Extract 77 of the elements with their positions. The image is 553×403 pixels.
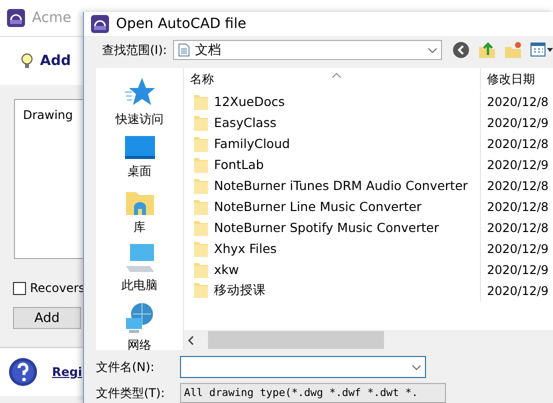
checkbox-label: Recovers <box>30 281 85 295</box>
add-button[interactable]: Add <box>13 307 81 329</box>
back-icon[interactable] <box>452 41 470 60</box>
folder-icon <box>194 156 208 172</box>
computer-icon <box>124 244 156 274</box>
file-row[interactable]: 12XueDocs 2020/12/8 <box>184 91 553 112</box>
folder-icon <box>194 220 208 236</box>
file-date: 2020/12/8 <box>487 200 549 214</box>
up-folder-icon[interactable] <box>478 41 496 60</box>
scrollbar-thumb[interactable] <box>208 331 384 349</box>
file-name-label: 文件名(N): <box>96 358 156 376</box>
folder-icon <box>194 262 208 278</box>
file-name: 12XueDocs <box>214 94 285 110</box>
file-name: NoteBurner iTunes DRM Audio Converter <box>214 178 468 194</box>
file-name-field[interactable] <box>180 356 426 378</box>
file-name: NoteBurner Spotify Music Converter <box>214 220 439 236</box>
file-date: 2020/12/9 <box>487 158 549 172</box>
file-row[interactable]: EasyClass 2020/12/9 <box>184 112 553 133</box>
sort-caret-icon <box>332 72 341 78</box>
lightbulb-icon <box>20 53 34 69</box>
file-date: 2020/12/9 <box>487 284 549 298</box>
folder-icon <box>194 94 208 110</box>
look-in-dropdown[interactable]: 文档 <box>172 40 442 60</box>
dialog-title: Open AutoCAD file <box>116 16 246 32</box>
file-name: Xhyx Files <box>214 240 277 256</box>
desktop-icon <box>124 136 154 160</box>
file-row[interactable]: FontLab 2020/12/9 <box>184 154 553 175</box>
file-name: FamilyCloud <box>214 136 290 152</box>
view-menu-icon[interactable] <box>530 42 553 58</box>
star-icon <box>124 76 156 108</box>
folder-icon <box>194 114 208 130</box>
heading: Add <box>40 53 71 69</box>
file-type-dropdown[interactable]: All drawing type(*.dwg *.dwf *.dwt *. <box>180 383 446 403</box>
column-header[interactable]: 名称 <box>190 70 214 88</box>
folder-icon <box>194 240 208 256</box>
file-row[interactable]: 移动授课 2020/12/9 <box>184 280 553 301</box>
file-name: FontLab <box>214 156 264 172</box>
scroll-left-icon[interactable] <box>188 336 194 344</box>
file-row[interactable]: FamilyCloud 2020/12/8 <box>184 133 553 154</box>
places-item[interactable]: 快速访问 <box>116 76 164 128</box>
places-item[interactable]: 此电脑 <box>122 244 158 294</box>
file-row[interactable]: NoteBurner Spotify Music Converter 2020/12/8 <box>184 217 553 238</box>
file-date: 2020/12/8 <box>487 136 549 150</box>
register-link[interactable]: Regi <box>52 365 82 379</box>
file-row[interactable]: xkw 2020/12/9 <box>184 259 553 280</box>
look-in-label: 查找范围(I): <box>102 42 167 59</box>
folder-icon <box>194 198 208 214</box>
chevron-down-icon[interactable] <box>428 48 437 53</box>
file-row[interactable]: Xhyx Files 2020/12/9 <box>184 238 553 259</box>
file-date: 2020/12/8 <box>487 94 549 108</box>
document-icon <box>178 43 190 58</box>
file-name: 移动授课 <box>214 282 266 299</box>
places-item[interactable]: 桌面 <box>124 136 154 180</box>
file-type-label: 文件类型(T): <box>96 384 166 402</box>
file-date: 2020/12/9 <box>487 262 549 276</box>
places-item[interactable]: 库 <box>124 188 154 236</box>
file-row[interactable]: NoteBurner Line Music Converter 2020/12/8 <box>184 196 553 217</box>
network-icon <box>124 302 156 334</box>
file-row[interactable]: NoteBurner iTunes DRM Audio Converter 2020/12/8 <box>184 175 553 196</box>
new-folder-icon[interactable] <box>504 41 522 60</box>
file-date: 2020/12/8 <box>487 220 549 234</box>
app-icon <box>6 8 26 28</box>
column-header[interactable]: 修改日期 <box>487 70 535 88</box>
file-name: NoteBurner Line Music Converter <box>214 198 422 214</box>
file-date: 2020/12/8 <box>487 178 549 192</box>
file-name: EasyClass <box>214 114 276 130</box>
folder-icon <box>194 282 208 298</box>
file-date: 2020/12/9 <box>487 116 549 130</box>
checkbox[interactable] <box>13 282 26 294</box>
file-date: 2020/12/9 <box>487 242 549 256</box>
window-title: Acme <box>32 10 72 26</box>
help-icon <box>8 357 38 387</box>
folder-icon <box>194 136 208 152</box>
folder-icon <box>194 178 208 194</box>
chevron-down-icon[interactable] <box>412 364 421 370</box>
file-name: xkw <box>214 262 239 278</box>
list-label: Drawing <box>23 108 73 122</box>
